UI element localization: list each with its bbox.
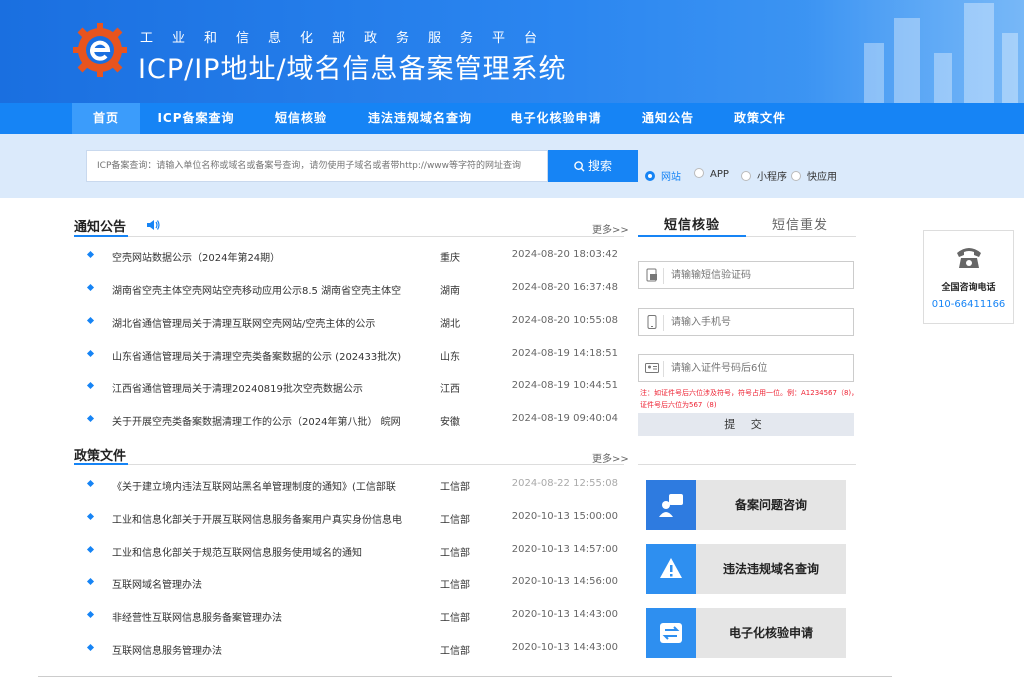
nav-item-sms-verify[interactable]: 短信核验 (262, 103, 340, 134)
telephone-icon (957, 248, 981, 268)
nav-item-policies[interactable]: 政策文件 (724, 103, 796, 134)
sms-code-input[interactable] (671, 262, 851, 288)
id-number-note: 注：如证件号后六位涉及符号，符号占用一位。例：A1234567（8)，证件号后六… (640, 389, 859, 409)
policy-row[interactable]: 互联网域名管理办法 工信部 2020-10-13 14:56:00 (86, 575, 618, 591)
tab-sms-resend[interactable]: 短信重发 (772, 214, 828, 233)
radio-website[interactable]: 网站 (645, 168, 681, 183)
phone-input[interactable] (671, 309, 851, 335)
consult-card-label: 备案问题咨询 (734, 498, 807, 512)
policies-divider (74, 464, 624, 465)
notice-row[interactable]: 关于开展空壳类备案数据清理工作的公示（2024年第八批） 皖网 安徽 2024-08… (86, 412, 618, 428)
policies-underline (74, 463, 128, 465)
policy-row[interactable]: 《关于建立境内违法互联网站黑名单管理制度的通知》(工信部联 工信部 2024-08-… (86, 477, 618, 493)
sms-tab-underline (638, 235, 746, 237)
id-card-icon (645, 363, 659, 373)
nav-item-notices[interactable]: 通知公告 (632, 103, 704, 134)
id-number-input[interactable] (671, 355, 851, 381)
tab-sms-verify[interactable]: 短信核验 (664, 214, 720, 233)
consult-icon (646, 480, 696, 530)
policy-row[interactable]: 互联网信息服务管理办法 工信部 2020-10-13 14:43:00 (86, 641, 618, 657)
hotline-box: 全国咨询电话 010-66411166 (923, 230, 1014, 324)
policy-row[interactable]: 工业和信息化部关于规范互联网信息服务使用域名的通知 工信部 2020-10-13 1… (86, 543, 618, 559)
search-icon (574, 161, 585, 172)
search-button[interactable]: 搜索 (548, 150, 638, 182)
nav-item-home[interactable]: 首页 (72, 103, 140, 134)
phone-field (638, 308, 854, 336)
notice-row[interactable]: 空壳网站数据公示（2024年第24期） 重庆 2024-08-20 18:03:42 (86, 248, 618, 264)
submit-button[interactable]: 提 交 (638, 413, 854, 436)
id-number-field (638, 354, 854, 382)
header-skyline (804, 0, 1024, 103)
nav-item-icp-query[interactable]: ICP备案查询 (150, 103, 242, 134)
mobile-phone-icon (647, 315, 657, 329)
hotline-phone: 010-66411166 (931, 299, 1006, 310)
notice-row[interactable]: 湖北省通信管理局关于清理互联网空壳网站/空壳主体的公示 湖北 2024-08-20 … (86, 314, 618, 330)
notices-underline (74, 235, 128, 237)
sms-code-icon (646, 268, 657, 282)
e-verify-card-label: 电子化核验申请 (728, 626, 813, 640)
nav-item-illegal-domain[interactable]: 违法违规域名查询 (360, 103, 480, 134)
notice-row[interactable]: 湖南省空壳主体空壳网站空壳移动应用公示8.5 湖南省空壳主体空 湖南 2024-08… (86, 281, 618, 297)
warning-icon (646, 544, 696, 594)
notices-title: 通知公告 (74, 220, 127, 235)
system-title: ICP/IP地址/域名信息备案管理系统 (138, 54, 567, 85)
illegal-domain-card-label: 违法违规域名查询 (722, 562, 819, 576)
policies-title: 政策文件 (74, 449, 127, 464)
search-button-label: 搜索 (587, 159, 612, 173)
policy-row[interactable]: 非经营性互联网信息服务备案管理办法 工信部 2020-10-13 14:43:00 (86, 608, 618, 624)
nav-item-e-verify[interactable]: 电子化核验申请 (500, 103, 612, 134)
sms-panel-divider (638, 464, 856, 465)
radio-mini-program[interactable]: 小程序 (741, 168, 787, 183)
notices-divider (74, 236, 624, 237)
policies-more-link[interactable]: 更多>> (592, 450, 629, 465)
speaker-icon (147, 220, 160, 230)
transfer-icon (646, 608, 696, 658)
site-header: 工业和信息化部政务服务平台 ICP/IP地址/域名信息备案管理系统 (0, 0, 1024, 103)
notice-row[interactable]: 江西省通信管理局关于清理20240819批次空壳数据公示 江西 2024-08-19… (86, 379, 618, 395)
e-verify-card-button[interactable]: 电子化核验申请 (646, 608, 846, 658)
notice-row[interactable]: 山东省通信管理局关于清理空壳类备案数据的公示 (202433批次) 山东 2024-… (86, 347, 618, 363)
sms-code-field (638, 261, 854, 289)
footer-divider (38, 676, 892, 677)
search-input[interactable] (86, 150, 548, 182)
main-nav: 首页 ICP备案查询 短信核验 违法违规域名查询 电子化核验申请 通知公告 政策… (0, 103, 1024, 134)
consult-card-button[interactable]: 备案问题咨询 (646, 480, 846, 530)
notices-more-link[interactable]: 更多>> (592, 221, 629, 236)
gear-e-logo-icon (73, 23, 127, 77)
hotline-label: 全国咨询电话 (941, 283, 996, 293)
illegal-domain-card-button[interactable]: 违法违规域名查询 (646, 544, 846, 594)
policy-row[interactable]: 工业和信息化部关于开展互联网信息服务备案用户真实身份信息电 工信部 2020-10-… (86, 510, 618, 526)
radio-quick-app[interactable]: 快应用 (791, 168, 837, 183)
header-slogan: 工业和信息化部政务服务平台 (140, 31, 557, 46)
radio-app[interactable]: APP (694, 168, 729, 182)
